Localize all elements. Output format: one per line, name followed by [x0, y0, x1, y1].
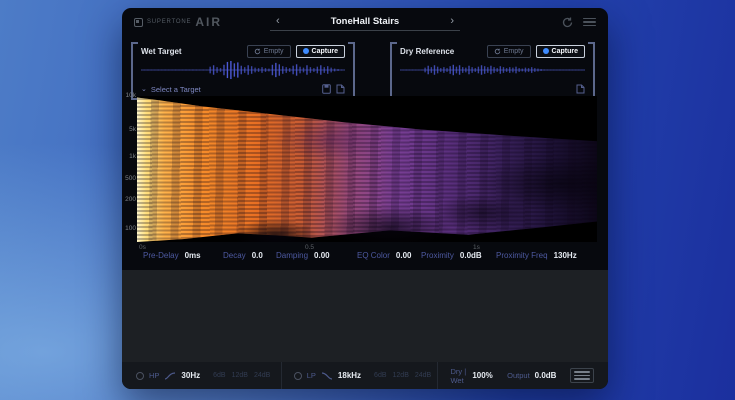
highpass-curve-icon: [164, 371, 176, 380]
mixer-panel: S S S Direct Early Late: [122, 270, 608, 362]
drywet-label: Dry | Wet: [450, 367, 467, 385]
undo-history-icon[interactable]: [561, 16, 574, 29]
save-icon[interactable]: [322, 84, 331, 94]
bracket-right: [348, 42, 355, 100]
menu-icon[interactable]: [583, 16, 596, 29]
dry-capture-button[interactable]: Capture: [536, 45, 585, 58]
lowpass-curve-icon: [321, 371, 333, 380]
wet-waveform-display: [141, 59, 345, 81]
hp-slope-option[interactable]: 12dB: [232, 372, 248, 379]
lp-toggle[interactable]: [294, 372, 302, 380]
empty-reset-icon: [254, 48, 261, 55]
record-dot-icon: [543, 48, 549, 54]
drywet-value[interactable]: 100%: [472, 371, 492, 380]
brand-big-text: AIR: [195, 15, 222, 29]
time-axis-label: 0s: [139, 244, 146, 251]
header-bar: SUPERTONE AIR ‹ ToneHall Stairs ›: [122, 8, 608, 36]
freq-axis-label: 500: [125, 175, 136, 182]
empty-reset-icon: [494, 48, 501, 55]
wet-empty-button[interactable]: Empty: [247, 45, 291, 58]
freq-axis-label: 10k: [125, 92, 136, 99]
footer-bar: HP 30Hz 6dB 12dB 24dB LP 18kHz: [122, 362, 608, 389]
wet-target-title: Wet Target: [141, 47, 182, 56]
desktop-background: SUPERTONE AIR ‹ ToneHall Stairs ›: [0, 0, 735, 400]
brand-small-text: SUPERTONE: [147, 19, 191, 25]
dry-empty-button[interactable]: Empty: [487, 45, 531, 58]
highpass-section: HP 30Hz 6dB 12dB 24dB: [122, 362, 281, 389]
param-pre-delay[interactable]: Pre-Delay 0ms: [143, 251, 201, 260]
output-value[interactable]: 0.0dB: [535, 371, 557, 380]
freq-axis-label: 1k: [125, 153, 136, 160]
param-eq-color[interactable]: EQ Color 0.00: [357, 251, 411, 260]
hp-slope-option[interactable]: 24dB: [254, 372, 270, 379]
supertone-logo-icon: [134, 18, 143, 27]
lp-slope-option[interactable]: 12dB: [393, 372, 409, 379]
dry-reference-title: Dry Reference: [400, 47, 454, 56]
lowpass-section: LP 18kHz 6dB 12dB 24dB: [281, 362, 438, 389]
hp-toggle[interactable]: [136, 372, 144, 380]
record-dot-icon: [303, 48, 309, 54]
spectrogram-display: [137, 96, 597, 242]
wet-capture-button[interactable]: Capture: [296, 45, 345, 58]
freq-axis-label: 5k: [125, 126, 136, 133]
preset-selector[interactable]: ‹ ToneHall Stairs ›: [270, 12, 460, 31]
mix-section: Dry | Wet 100% Output 0.0dB: [437, 362, 556, 389]
io-routing-icon[interactable]: [570, 368, 594, 383]
param-proximity-freq[interactable]: Proximity Freq 130Hz: [496, 251, 577, 260]
freq-axis-label: 100: [125, 225, 136, 232]
param-damping[interactable]: Damping 0.00: [276, 251, 330, 260]
bracket-left: [390, 42, 397, 100]
param-proximity[interactable]: Proximity 0.0dB: [421, 251, 482, 260]
freq-axis-label: 200: [125, 196, 136, 203]
lp-label: LP: [307, 371, 316, 380]
plugin-window: SUPERTONE AIR ‹ ToneHall Stairs ›: [122, 8, 608, 389]
time-axis-label: 0.5: [305, 244, 314, 251]
chevron-down-icon: ⌄: [141, 85, 147, 93]
export-file-icon[interactable]: [336, 84, 345, 94]
preset-prev-button[interactable]: ‹: [276, 16, 280, 27]
dry-waveform-display: [400, 59, 585, 81]
hp-freq-value[interactable]: 30Hz: [181, 371, 200, 380]
hp-slope-option[interactable]: 6dB: [213, 372, 225, 379]
param-decay[interactable]: Decay 0.0: [223, 251, 263, 260]
lp-slope-option[interactable]: 24dB: [415, 372, 431, 379]
brand-logo: SUPERTONE AIR: [134, 15, 222, 29]
export-file-icon[interactable]: [576, 84, 585, 94]
wet-target-section: Wet Target Empty Capture: [131, 42, 355, 100]
lp-freq-value[interactable]: 18kHz: [338, 371, 361, 380]
preset-name[interactable]: ToneHall Stairs: [331, 16, 399, 27]
lp-slope-option[interactable]: 6dB: [374, 372, 386, 379]
time-axis-label: 1s: [473, 244, 480, 251]
bracket-right: [588, 42, 595, 100]
dry-reference-section: Dry Reference Empty Capture: [390, 42, 595, 100]
preset-next-button[interactable]: ›: [450, 16, 454, 27]
select-target-dropdown[interactable]: ⌄ Select a Target: [141, 85, 201, 94]
output-label: Output: [507, 371, 530, 380]
hp-label: HP: [149, 371, 159, 380]
